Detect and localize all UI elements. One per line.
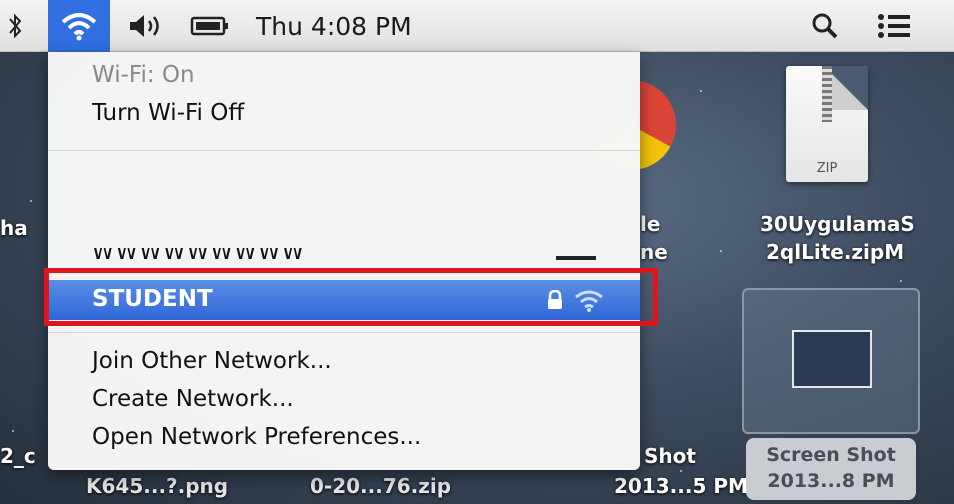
screenshot-file-selected[interactable]: [742, 288, 920, 434]
desktop-file-label[interactable]: 0-20...76.zip: [310, 474, 451, 498]
background-star: [12, 430, 14, 432]
clipped-network-item: WWWWWWWWW: [92, 248, 352, 260]
background-star: [720, 250, 722, 252]
highlight-annotation: [44, 268, 658, 326]
create-network-item[interactable]: Create Network...: [92, 386, 294, 412]
spotlight-search-icon[interactable]: [805, 0, 845, 52]
zip-file-name-2[interactable]: 2qlLite.zipM: [766, 240, 904, 264]
background-star: [30, 200, 32, 202]
screenshot-file-label[interactable]: Screen Shot 2013...8 PM: [746, 438, 916, 500]
menu-separator: [48, 332, 640, 333]
battery-icon[interactable]: [180, 0, 240, 52]
clipped-network-signal: [556, 256, 596, 260]
desktop-file-label[interactable]: Shot: [644, 444, 696, 468]
zipper-graphic: [822, 66, 832, 122]
desktop-file-label[interactable]: 2013...5 PM: [614, 474, 748, 498]
notification-list-icon[interactable]: [872, 0, 916, 52]
zip-file-icon[interactable]: ZIP: [786, 66, 868, 182]
background-star: [680, 470, 682, 472]
zip-file-name-1[interactable]: 30UygulamaS: [760, 212, 915, 236]
open-network-preferences-item[interactable]: Open Network Preferences...: [92, 424, 421, 450]
volume-icon[interactable]: [124, 0, 168, 52]
desktop-file-label[interactable]: K645...?.png: [86, 474, 228, 498]
menubar-clock[interactable]: Thu 4:08 PM: [256, 0, 456, 52]
desktop-label-chrome-2: ne: [640, 240, 668, 264]
bluetooth-icon[interactable]: [0, 0, 30, 52]
wifi-status-label: Wi-Fi: On: [92, 62, 195, 88]
turn-wifi-off-item[interactable]: Turn Wi-Fi Off: [92, 100, 244, 126]
background-star: [900, 280, 902, 282]
desktop-label-left-bottom: 2_c: [0, 444, 36, 468]
screenshot-name-line-2: 2013...8 PM: [767, 470, 895, 492]
wifi-icon[interactable]: [48, 0, 110, 52]
zip-tag-label: ZIP: [816, 161, 838, 176]
screenshot-name-line-1: Screen Shot: [766, 444, 896, 466]
desktop-label-chrome-1: le: [640, 212, 661, 236]
menu-separator: [48, 150, 640, 151]
menu-bar: Thu 4:08 PM: [0, 0, 954, 52]
screenshot-thumbnail: [792, 330, 872, 388]
join-other-network-item[interactable]: Join Other Network...: [92, 348, 332, 374]
background-star: [700, 90, 702, 92]
desktop-label-left-top: ha: [0, 216, 28, 240]
wifi-dropdown-menu: Wi-Fi: On Turn Wi-Fi Off WWWWWWWWW STUDE…: [48, 52, 640, 470]
